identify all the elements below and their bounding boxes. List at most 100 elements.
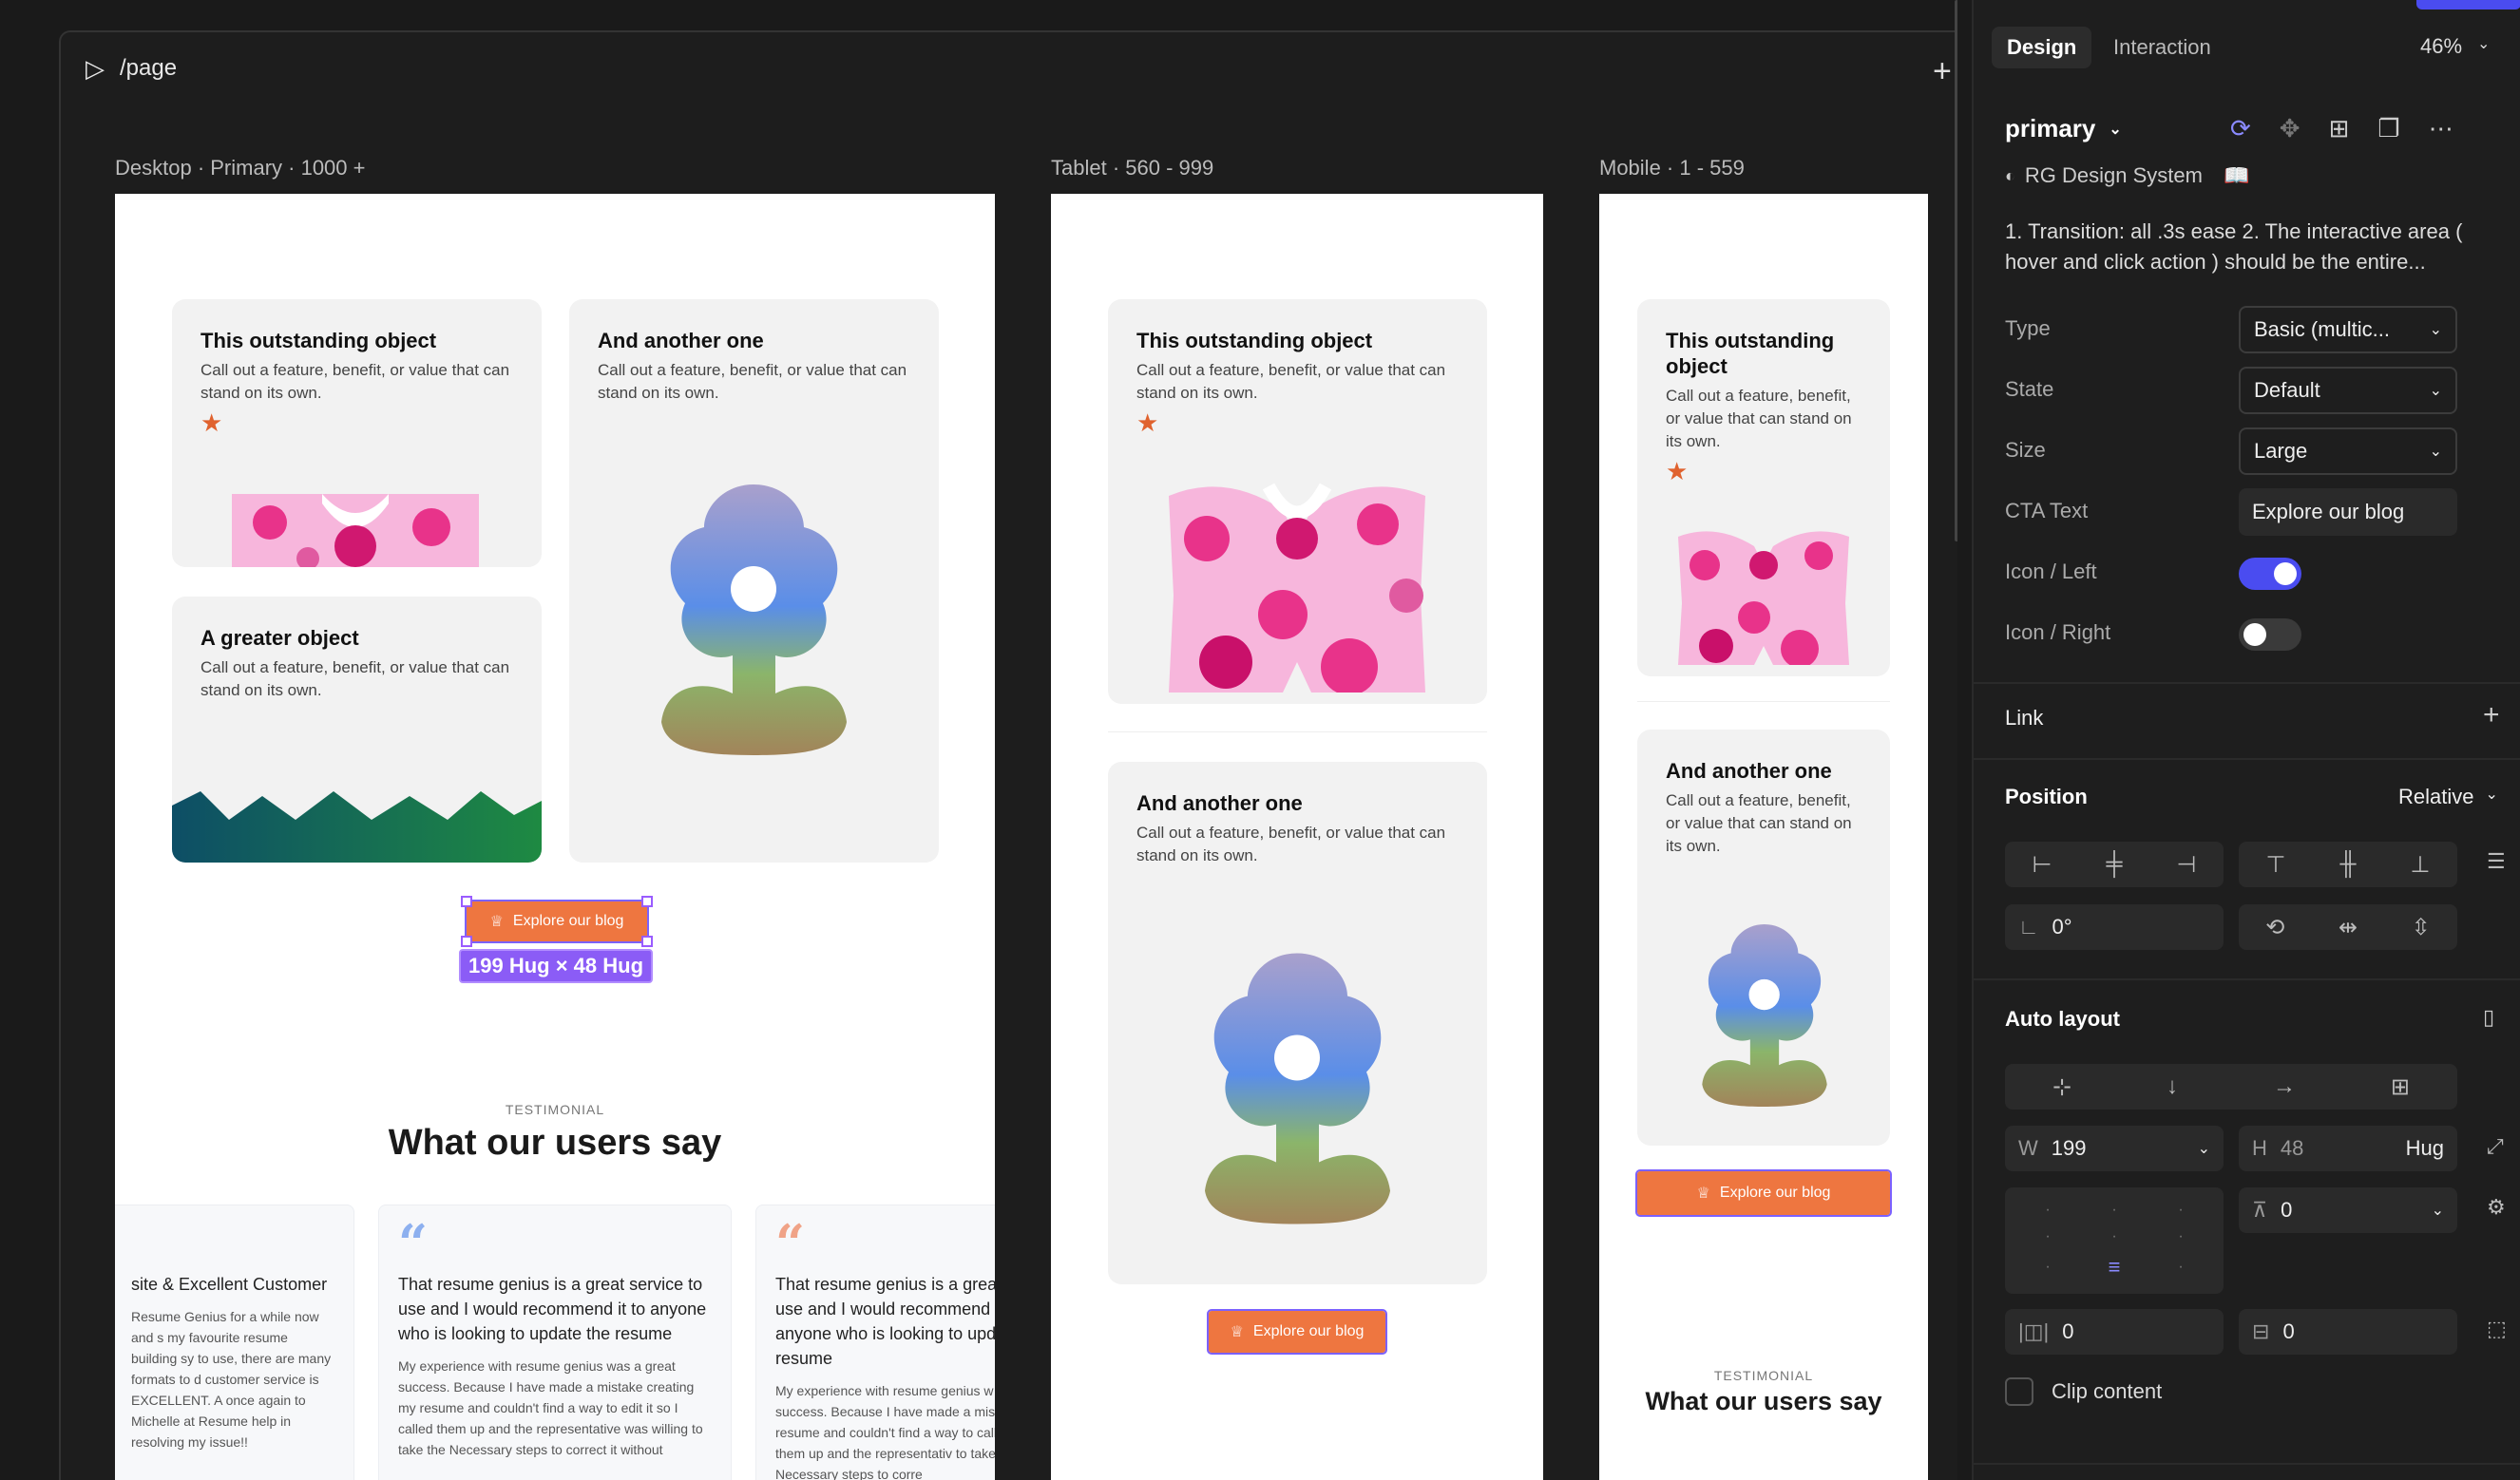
size-select[interactable]: Large ⌄ xyxy=(2239,427,2457,475)
testimonial-heading: What our users say xyxy=(1645,1387,1882,1415)
align-left-icon[interactable]: ⊢ xyxy=(2033,851,2052,879)
layout-settings-icon[interactable]: ⚙ xyxy=(2487,1195,2506,1220)
state-select[interactable]: Default ⌄ xyxy=(2239,367,2457,414)
viewport-label-mobile[interactable]: Mobile · 1 - 559 xyxy=(1599,156,1745,180)
align-bottom-icon[interactable]: ⊥ xyxy=(2411,851,2431,879)
flip-vertical-icon[interactable]: ⇳ xyxy=(2412,914,2431,941)
layout-grid-icon[interactable]: ⊞ xyxy=(2391,1073,2410,1101)
position-select[interactable]: Relative ⌄ xyxy=(2398,785,2498,809)
chevron-down-icon: ⌄ xyxy=(2109,121,2122,138)
rotation-value: 0° xyxy=(2052,915,2072,939)
auto-layout-icon[interactable]: ▯ xyxy=(2483,1005,2494,1030)
align-top-icon[interactable]: ⊤ xyxy=(2266,851,2286,879)
alignment-matrix[interactable]: · · · · · · · ≡ · xyxy=(2005,1187,2224,1294)
testimonial-body: My experience with resume genius w succe… xyxy=(775,1383,995,1480)
design-canvas[interactable]: ▷ /page + Desktop · Primary · 1000 + Tab… xyxy=(0,0,1957,1480)
sync-icon[interactable]: ⟳ xyxy=(2230,114,2251,143)
trophy-icon: ♕ xyxy=(489,914,504,930)
play-icon[interactable]: ▷ xyxy=(86,54,105,84)
vertical-align-group: ⊤ ╫ ⊥ xyxy=(2239,842,2457,887)
chevron-down-icon: ⌄ xyxy=(2429,444,2442,460)
component-icon[interactable]: ✥ xyxy=(2280,114,2300,143)
type-label: Type xyxy=(2005,316,2051,340)
flower-illustration xyxy=(1702,924,1827,1107)
resize-handle-br[interactable] xyxy=(641,936,653,947)
tab-interaction[interactable]: Interaction xyxy=(2113,27,2211,68)
padding-v-icon: ⊟ xyxy=(2252,1319,2270,1343)
resize-handle-tr[interactable] xyxy=(641,896,653,907)
type-value: Basic (multic... xyxy=(2254,317,2391,341)
card-greater[interactable]: A greater object Call out a feature, ben… xyxy=(172,597,542,863)
grid-icon[interactable]: ⊞ xyxy=(2329,114,2350,143)
butterfly-illustration xyxy=(1678,531,1849,665)
card-title: This outstanding object xyxy=(1666,329,1835,378)
canvas-scrollbar[interactable] xyxy=(1955,0,1957,541)
viewport-label-desktop[interactable]: Desktop · Primary · 1000 + xyxy=(115,156,365,180)
add-link-icon[interactable]: + xyxy=(2483,699,2500,731)
align-center-h-icon[interactable]: ╪ xyxy=(2106,851,2122,878)
testimonial-body: Resume Genius for a while now and s my f… xyxy=(131,1309,332,1450)
card-outstanding[interactable]: This outstanding object Call out a featu… xyxy=(172,299,542,567)
vertical-padding-input[interactable]: ⊟ 0 xyxy=(2239,1309,2457,1355)
type-select[interactable]: Basic (multic... ⌄ xyxy=(2239,306,2457,353)
independent-padding-icon[interactable]: ⬚ xyxy=(2487,1317,2507,1341)
resize-icon[interactable]: ⤢ xyxy=(2487,1134,2504,1159)
card-another[interactable]: And another one Call out a feature, bene… xyxy=(1637,730,1890,1146)
resize-handle-tl[interactable] xyxy=(461,896,472,907)
section-divider xyxy=(1974,1463,2520,1465)
card-title: This outstanding object xyxy=(1136,329,1373,352)
more-icon[interactable]: ⋯ xyxy=(2429,114,2453,143)
add-breakpoint-icon[interactable]: + xyxy=(1933,53,1952,90)
tab-design[interactable]: Design xyxy=(1992,27,2092,68)
card-body: Call out a feature, benefit, or value th… xyxy=(200,658,510,699)
card-another[interactable]: And another one Call out a feature, bene… xyxy=(1108,762,1487,1284)
distribute-icon[interactable]: ☰ xyxy=(2487,849,2506,874)
copy-icon[interactable]: ❐ xyxy=(2377,114,2399,143)
layout-horizontal-icon[interactable]: → xyxy=(2273,1073,2296,1100)
flip-horizontal-icon[interactable]: ⇹ xyxy=(2339,914,2358,941)
icon-left-toggle[interactable] xyxy=(2239,558,2301,590)
card-outstanding[interactable]: This outstanding object Call out a featu… xyxy=(1637,299,1890,676)
card-outstanding[interactable]: This outstanding object Call out a featu… xyxy=(1108,299,1487,704)
library-row[interactable]: ◐ RG Design System 📖 xyxy=(2005,163,2249,188)
rotate-icon[interactable]: ⟲ xyxy=(2265,914,2284,941)
zoom-value: 46% xyxy=(2420,34,2463,58)
share-button[interactable] xyxy=(2416,0,2520,9)
component-name[interactable]: primary ⌄ xyxy=(2005,114,2122,143)
butterfly-illustration xyxy=(1169,483,1425,693)
testimonial-eyebrow: TESTIMONIAL xyxy=(1713,1368,1814,1383)
layout-direction-group: ⊹ ↓ → ⊞ xyxy=(2005,1064,2457,1110)
cta-text-input[interactable]: Explore our blog xyxy=(2239,488,2457,536)
library-name: RG Design System xyxy=(2024,163,2203,187)
cta-button-mobile[interactable]: ♕ Explore our blog xyxy=(1635,1169,1892,1217)
horizontal-padding-input[interactable]: |◫| 0 xyxy=(2005,1309,2224,1355)
viewport-tablet[interactable]: This outstanding object Call out a featu… xyxy=(1051,194,1543,1480)
icon-right-label: Icon / Right xyxy=(2005,620,2111,644)
component-actions: ⟳ ✥ ⊞ ❐ ⋯ xyxy=(2230,114,2453,143)
card-title: A greater object xyxy=(200,626,359,650)
align-center-v-icon[interactable]: ╫ xyxy=(2339,851,2356,878)
component-label: primary xyxy=(2005,114,2096,142)
state-value: Default xyxy=(2254,378,2320,402)
testimonial-quote: That resume genius is a grea use and I w… xyxy=(775,1275,995,1368)
viewport-mobile[interactable]: This outstanding object Call out a featu… xyxy=(1599,194,1928,1480)
icon-right-toggle[interactable] xyxy=(2239,618,2301,651)
clip-content-checkbox[interactable] xyxy=(2005,1377,2033,1406)
cta-button-desktop[interactable]: ♕ Explore our blog xyxy=(465,900,649,943)
viewport-label-tablet[interactable]: Tablet · 560 - 999 xyxy=(1051,156,1213,180)
align-right-icon[interactable]: ⊣ xyxy=(2177,851,2197,879)
state-label: State xyxy=(2005,377,2054,401)
gap-input[interactable]: ⊼ 0 ⌄ xyxy=(2239,1187,2457,1233)
book-icon[interactable]: 📖 xyxy=(2224,163,2249,188)
height-input[interactable]: H 48 Hug xyxy=(2239,1126,2457,1171)
viewport-desktop[interactable]: This outstanding object Call out a featu… xyxy=(115,194,995,1480)
layout-vertical-icon[interactable]: ↓ xyxy=(2167,1073,2178,1100)
width-input[interactable]: W 199 ⌄ xyxy=(2005,1126,2224,1171)
rotation-input[interactable]: ∟ 0° xyxy=(2005,904,2224,950)
card-another[interactable]: And another one Call out a feature, bene… xyxy=(569,299,939,863)
resize-handle-bl[interactable] xyxy=(461,936,472,947)
cta-button-tablet[interactable]: ♕ Explore our blog xyxy=(1207,1309,1387,1355)
zoom-control[interactable]: 46% ⌄ xyxy=(2420,34,2490,59)
layout-free-icon[interactable]: ⊹ xyxy=(2052,1073,2071,1101)
card-title: And another one xyxy=(1666,759,1832,783)
